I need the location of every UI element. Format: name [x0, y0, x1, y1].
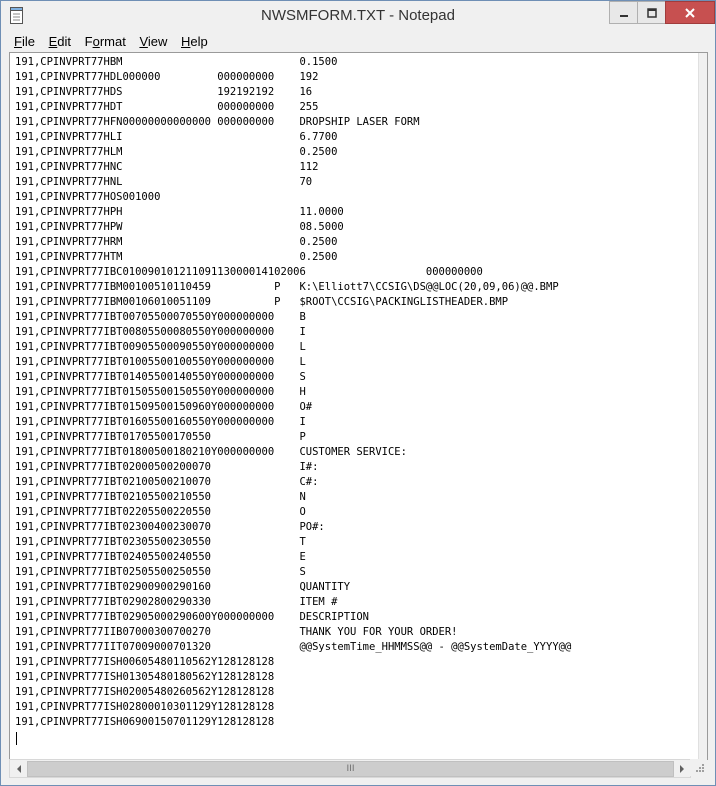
scroll-right-button[interactable] — [673, 760, 690, 777]
minimize-icon — [619, 14, 628, 17]
window-title: NWSMFORM.TXT - Notepad — [261, 7, 455, 24]
menu-file-label: ile — [21, 34, 35, 49]
maximize-button[interactable] — [637, 1, 666, 24]
menu-view[interactable]: View — [134, 32, 172, 49]
menu-format[interactable]: Format — [80, 32, 131, 49]
menu-help-label: elp — [190, 34, 208, 49]
menu-edit-accel: E — [48, 34, 58, 49]
menu-view-label: iew — [147, 34, 168, 49]
horizontal-scroll-thumb[interactable]: III — [27, 761, 674, 777]
menu-format-accel: o — [92, 34, 100, 49]
menu-format-label: rmat — [99, 34, 126, 49]
text-caret — [16, 732, 17, 745]
menu-help-accel: H — [181, 34, 191, 49]
resize-grip-icon[interactable] — [695, 763, 705, 773]
right-arrow-icon — [679, 764, 684, 773]
menu-file-accel: F — [14, 34, 22, 49]
vertical-scrollbar[interactable] — [698, 53, 707, 759]
close-icon — [685, 7, 695, 18]
menu-bar: File Edit Format View Help — [9, 32, 709, 52]
close-button[interactable] — [665, 1, 715, 24]
menu-edit-label: dit — [57, 34, 71, 49]
horizontal-scrollbar[interactable]: III — [9, 759, 691, 778]
thumb-grip-icon: III — [346, 764, 355, 774]
scroll-left-button[interactable] — [10, 760, 27, 777]
minimize-button[interactable] — [609, 1, 638, 24]
menu-help[interactable]: Help — [176, 32, 213, 49]
menu-file[interactable]: File — [9, 32, 40, 49]
menu-edit[interactable]: Edit — [44, 32, 76, 49]
document-text[interactable]: 191,CPINVPRT77HBM 0.1500 191,CPINVPRT77H… — [15, 55, 571, 730]
text-editor[interactable]: 191,CPINVPRT77HBM 0.1500 191,CPINVPRT77H… — [9, 52, 708, 760]
maximize-icon — [646, 7, 657, 18]
menu-format-prefix: F — [84, 34, 93, 49]
notepad-window: NWSMFORM.TXT - Notepad File Edit Format … — [0, 0, 716, 786]
left-arrow-icon — [16, 764, 21, 773]
title-bar[interactable]: NWSMFORM.TXT - Notepad — [1, 1, 715, 31]
menu-view-accel: V — [139, 34, 148, 49]
